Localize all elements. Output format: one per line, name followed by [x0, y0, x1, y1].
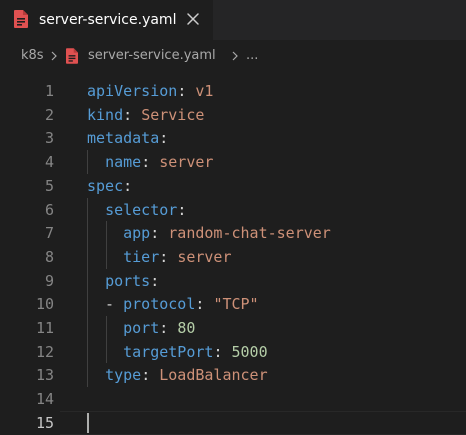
line-number: 12	[35, 342, 54, 361]
code-line[interactable]: spec:	[87, 174, 132, 198]
close-icon[interactable]	[186, 12, 200, 26]
tab-bar: server-service.yaml	[0, 0, 466, 40]
code-token: server	[177, 247, 232, 266]
code-token: :	[150, 271, 160, 290]
code-token: :	[141, 366, 160, 385]
code-token: metadata	[87, 129, 160, 148]
line-number: 8	[44, 247, 54, 266]
code-token: :	[177, 200, 187, 219]
code-line[interactable]: - protocol: "TCP"	[87, 292, 259, 316]
breadcrumb: k8s server-service.yaml ...	[0, 40, 466, 72]
code-token: :	[213, 342, 232, 361]
code-line[interactable]: selector:	[87, 198, 186, 222]
code-token: 5000	[231, 342, 268, 361]
code-line[interactable]: tier: server	[87, 245, 232, 269]
code-line[interactable]: apiVersion: v1	[87, 79, 213, 103]
code-token: ports	[105, 271, 151, 290]
code-token: "TCP"	[213, 295, 259, 314]
code-token: 80	[177, 319, 196, 337]
code-token: protocol	[123, 295, 196, 314]
code-token: type	[105, 366, 142, 385]
code-line[interactable]: app: random-chat-server	[87, 221, 331, 245]
code-token: v1	[195, 82, 214, 100]
code-token: :	[159, 129, 169, 148]
code-line[interactable]: metadata:	[87, 126, 168, 150]
line-number: 10	[35, 295, 54, 314]
code-token: :	[123, 105, 142, 124]
text-cursor	[87, 412, 89, 433]
line-number: 7	[44, 224, 54, 243]
code-line[interactable]: name: server	[87, 150, 213, 174]
line-number: 11	[35, 319, 54, 337]
code-token: app	[123, 224, 151, 243]
code-token: kind	[87, 105, 124, 124]
breadcrumb-folder[interactable]: k8s	[21, 47, 44, 65]
code-token: server	[159, 153, 214, 172]
code-line[interactable]: ports:	[87, 269, 159, 293]
code-token: :	[159, 319, 178, 337]
breadcrumb-more[interactable]: ...	[246, 47, 258, 65]
yaml-file-icon	[14, 10, 28, 28]
code-token: selector	[105, 200, 178, 219]
code-editor[interactable]: 1 2 3 4 5 6 7 8 9 10 11 12 13 14 15 apiVersion: v1 kind…	[0, 72, 466, 435]
code-token: targetPort	[123, 342, 214, 361]
chevron-right-icon	[51, 51, 57, 61]
line-number: 9	[44, 271, 54, 290]
code-token: Service	[141, 105, 205, 124]
line-number: 5	[44, 176, 54, 195]
code-token: tier	[123, 247, 160, 266]
current-line-highlight	[60, 410, 466, 435]
code-token: :	[159, 247, 178, 266]
breadcrumb-file[interactable]: server-service.yaml	[88, 47, 216, 65]
line-number: 1	[44, 82, 54, 100]
line-number: 4	[44, 153, 54, 172]
code-token: spec	[87, 176, 124, 195]
tab-filename: server-service.yaml	[39, 12, 177, 28]
line-number: 14	[35, 390, 54, 409]
code-token: :	[195, 295, 214, 314]
code-line[interactable]: type: LoadBalancer	[87, 363, 268, 387]
line-number: 3	[44, 129, 54, 148]
code-token: -	[87, 295, 124, 314]
code-token: LoadBalancer	[159, 366, 268, 385]
line-number: 15	[35, 413, 54, 432]
chevron-right-icon	[232, 51, 238, 61]
editor-tab[interactable]: server-service.yaml	[0, 0, 213, 40]
code-line[interactable]: port: 80	[87, 316, 195, 340]
code-line[interactable]: kind: Service	[87, 103, 204, 127]
code-token: :	[123, 176, 133, 195]
code-token: name	[105, 153, 142, 172]
line-number: 6	[44, 200, 54, 219]
line-number: 13	[35, 366, 54, 385]
yaml-file-icon	[66, 48, 78, 64]
code-token: port	[123, 319, 160, 337]
code-token: random-chat-server	[168, 224, 331, 243]
line-number: 2	[44, 105, 54, 124]
code-line[interactable]: targetPort: 5000	[87, 340, 268, 364]
code-token: :	[150, 224, 169, 243]
code-token: :	[141, 153, 160, 172]
code-token: :	[177, 82, 196, 100]
code-token: apiVersion	[87, 82, 178, 100]
